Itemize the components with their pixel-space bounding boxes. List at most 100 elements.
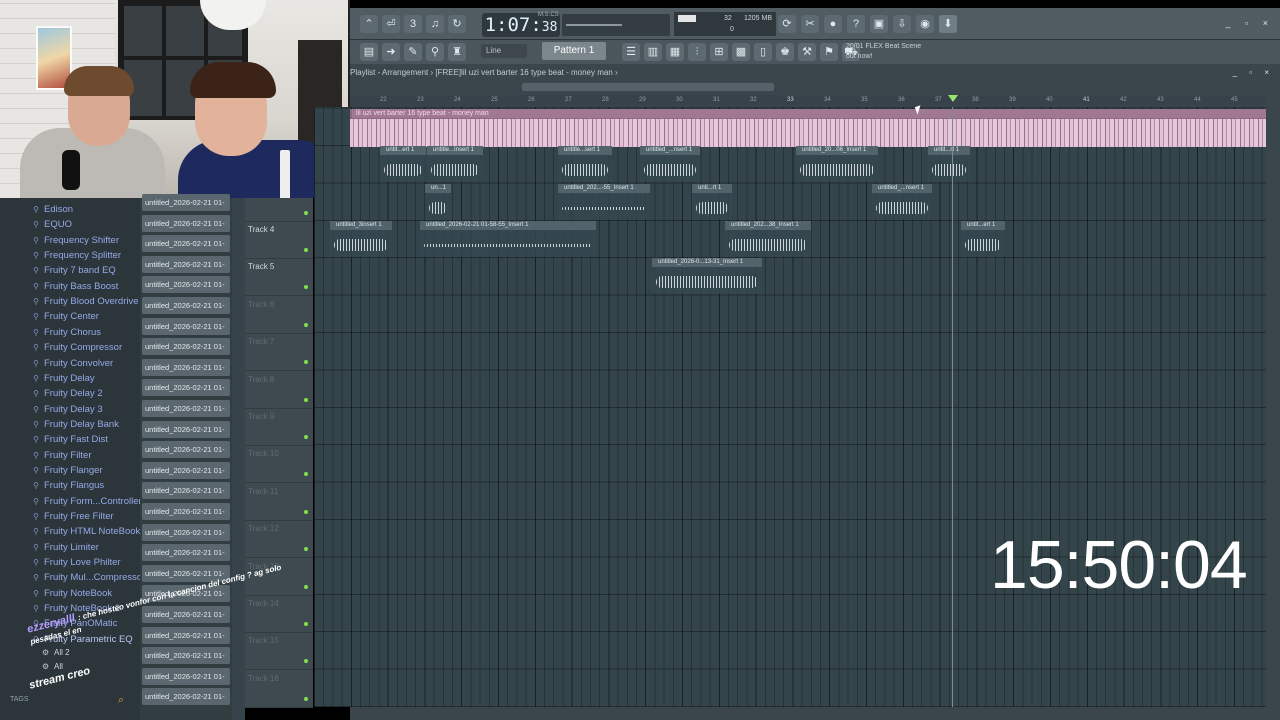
recent-file-item[interactable]: untitled_2026-02-21 01- bbox=[142, 338, 230, 356]
plugin-item[interactable]: Fruity Limiter bbox=[44, 542, 99, 553]
track-enable-led[interactable] bbox=[304, 435, 308, 439]
plugin-item[interactable]: Fruity HTML NoteBook bbox=[44, 526, 140, 537]
metronome-icon[interactable]: ⌃ bbox=[360, 15, 378, 33]
recent-file-item[interactable]: untitled_2026-02-21 01- bbox=[142, 482, 230, 500]
plugin-item[interactable]: Fruity Mul...Compressor bbox=[44, 572, 145, 583]
playlist-grid[interactable] bbox=[314, 107, 1266, 707]
audio-clip[interactable]: untitled_3insert 1 bbox=[330, 221, 392, 257]
snap-selector[interactable]: Line bbox=[481, 44, 527, 58]
plugin-item[interactable]: Fruity Center bbox=[44, 311, 99, 322]
audio-clip[interactable]: untit...ert 1 bbox=[380, 146, 426, 182]
track-header[interactable]: Track 10 bbox=[245, 446, 313, 484]
audio-clip[interactable]: unti...rt 1 bbox=[692, 184, 732, 220]
loop-record-icon[interactable]: ↻ bbox=[448, 15, 466, 33]
plugin-item[interactable]: Fruity Delay 2 bbox=[44, 388, 103, 399]
plugin-icon[interactable]: ⚒ bbox=[798, 43, 816, 61]
track-enable-led[interactable] bbox=[304, 696, 308, 701]
track-enable-led[interactable] bbox=[304, 622, 308, 626]
plugin-item[interactable]: Fruity Flanger bbox=[44, 465, 103, 476]
plugin-item[interactable]: Fruity Love Philter bbox=[44, 557, 121, 568]
track-header[interactable]: Track 8 bbox=[245, 372, 313, 409]
plugin-item[interactable]: Fruity Compressor bbox=[44, 342, 122, 353]
arrow-icon[interactable]: ➜ bbox=[382, 43, 400, 61]
window-controls[interactable]: _ ▫ × bbox=[1226, 18, 1274, 28]
audio-clip[interactable]: untitled_2026-02-21 01-58-55_Insert 1 bbox=[420, 221, 596, 257]
track-enable-led[interactable] bbox=[304, 509, 308, 514]
plugin-item[interactable]: Fruity Fast Dist bbox=[44, 434, 108, 445]
channel-rack-icon[interactable]: ▥ bbox=[644, 43, 662, 61]
preset-item[interactable]: All bbox=[54, 662, 63, 671]
track-header[interactable] bbox=[245, 185, 313, 222]
plugin-item[interactable]: Fruity Delay bbox=[44, 373, 95, 384]
download-icon[interactable]: ⬇ bbox=[939, 15, 957, 33]
recent-file-item[interactable]: untitled_2026-02-21 01- bbox=[142, 194, 230, 211]
render-icon[interactable]: ⇩ bbox=[893, 15, 911, 33]
pencil-icon[interactable]: ✎ bbox=[404, 43, 422, 61]
track-header[interactable]: Track 6 bbox=[245, 297, 313, 334]
track-enable-led[interactable] bbox=[304, 547, 308, 552]
audio-clip[interactable]: untitled_2026-0...13-31_Insert 1 bbox=[652, 258, 762, 294]
plugin-item[interactable]: Fruity 7 band EQ bbox=[44, 265, 116, 276]
track-enable-led[interactable] bbox=[304, 285, 308, 290]
plugin-item[interactable]: Fruity Bass Boost bbox=[44, 281, 118, 292]
recent-file-item[interactable]: untitled_2026-02-21 01- bbox=[142, 400, 230, 417]
plugin-item[interactable]: Fruity Free Filter bbox=[44, 511, 114, 522]
plugin-item[interactable]: Fruity Delay Bank bbox=[44, 419, 119, 430]
plugin-item[interactable]: EQUO bbox=[44, 219, 72, 230]
browser-icon[interactable]: ⊞ bbox=[710, 43, 728, 61]
audio-clip[interactable]: untitled_202...38_Insert 1 bbox=[725, 221, 811, 257]
track-header[interactable]: Track 9 bbox=[245, 409, 313, 446]
track-enable-led[interactable] bbox=[304, 248, 308, 252]
tags-label[interactable]: TAGS bbox=[10, 696, 29, 703]
plugin-item[interactable]: Fruity Filter bbox=[44, 450, 92, 461]
audio-clip[interactable]: untitled_...nsert 1 bbox=[640, 146, 700, 182]
plugin-item[interactable]: Fruity Delay 3 bbox=[44, 404, 103, 415]
mic-icon[interactable]: ● bbox=[824, 15, 842, 33]
recent-file-item[interactable]: untitled_2026-02-21 01- bbox=[142, 503, 230, 520]
track-header[interactable]: Track 7 bbox=[245, 334, 313, 372]
recent-file-item[interactable]: untitled_2026-02-21 01- bbox=[142, 461, 230, 479]
refresh-icon[interactable]: ⟳ bbox=[778, 15, 796, 33]
recent-file-item[interactable]: untitled_2026-02-21 01- bbox=[142, 297, 230, 314]
track-header[interactable]: Track 12 bbox=[245, 521, 313, 559]
save-icon[interactable]: ▣ bbox=[870, 15, 888, 33]
sliders-icon[interactable]: ⫶ bbox=[688, 43, 706, 61]
audio-clip[interactable]: untitle...sert 1 bbox=[558, 146, 612, 182]
audio-clip[interactable]: un...1 bbox=[425, 184, 451, 220]
recent-file-item[interactable]: untitled_2026-02-21 01- bbox=[142, 688, 230, 706]
plugin-item[interactable]: Edison bbox=[44, 204, 73, 215]
playlist-horizontal-scrollbar[interactable] bbox=[522, 83, 774, 91]
plugin-item[interactable]: Fruity Blood Overdrive bbox=[44, 296, 139, 307]
plugin-item[interactable]: Fruity NoteBook bbox=[44, 588, 112, 599]
brush-icon[interactable]: ⚑ bbox=[820, 43, 838, 61]
recent-file-item[interactable]: untitled_2026-02-21 01- bbox=[142, 441, 230, 459]
recent-file-item[interactable]: untitled_2026-02-21 01- bbox=[142, 358, 230, 376]
audio-clip[interactable]: untitled_202...-55_Insert 1 bbox=[558, 184, 650, 220]
recent-file-item[interactable]: untitled_2026-02-21 01- bbox=[142, 214, 230, 232]
audio-clip-main[interactable]: lil uzi vert barter 16 type beat - money… bbox=[350, 109, 1266, 147]
playlist-window-controls[interactable]: _ ▫ × bbox=[1233, 68, 1274, 77]
recent-file-item[interactable]: untitled_2026-02-21 01- bbox=[142, 667, 230, 685]
plugin-item[interactable]: Fruity Form...Controller bbox=[44, 496, 142, 507]
chat-icon[interactable]: ◉ bbox=[916, 15, 934, 33]
track-header[interactable]: Track 15 bbox=[245, 633, 313, 671]
recent-file-item[interactable]: untitled_2026-02-21 01- bbox=[142, 235, 230, 253]
audio-clip[interactable]: untitle...Insert 1 bbox=[427, 146, 483, 182]
stamp-icon[interactable]: ♜ bbox=[448, 43, 466, 61]
track-enable-led[interactable] bbox=[304, 472, 308, 477]
piano-roll-icon[interactable]: ▤ bbox=[360, 43, 378, 61]
track-enable-led[interactable] bbox=[304, 659, 308, 664]
file-icon[interactable]: ▯ bbox=[754, 43, 772, 61]
countdown-icon[interactable]: 3 bbox=[404, 15, 422, 33]
timeline-ruler[interactable]: 22 23 24 25 26 27 28 29 30 31 32 33 34 35 36 37 38 39 40 41… bbox=[350, 95, 1265, 107]
recent-file-item[interactable]: untitled_2026-02-21 01- bbox=[142, 379, 230, 397]
track-header[interactable]: Track 11 bbox=[245, 484, 313, 521]
cut-icon[interactable]: ✂ bbox=[801, 15, 819, 33]
browser-scrollbar[interactable] bbox=[232, 198, 245, 720]
search-icon[interactable]: ⌕ bbox=[118, 694, 124, 707]
master-volume-meter[interactable] bbox=[562, 14, 670, 36]
plugin-item[interactable]: Frequency Splitter bbox=[44, 250, 121, 261]
wait-input-icon[interactable]: ⏎ bbox=[382, 15, 400, 33]
track-enable-led[interactable] bbox=[304, 397, 308, 402]
recent-file-item[interactable]: untitled_2026-02-21 01- bbox=[142, 317, 230, 335]
